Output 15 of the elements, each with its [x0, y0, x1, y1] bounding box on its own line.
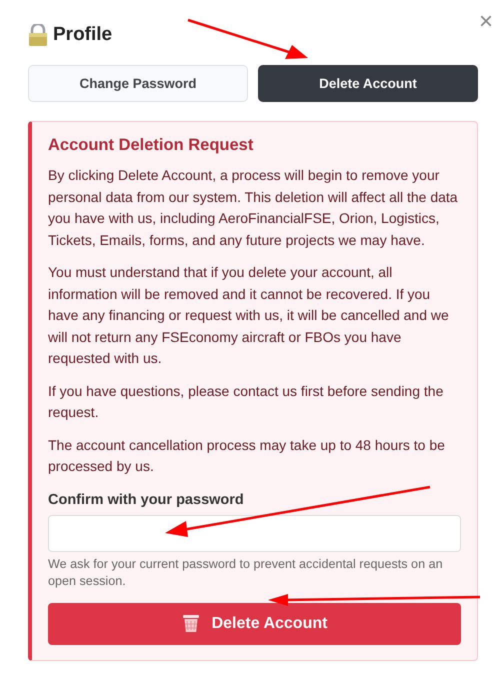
notice-paragraph: You must understand that if you delete your account, all information will be removed and it cannot be recovered. If you have any financing or request with us, it will be cancelled and we will not return any FSEconomy aircraft or FBOs you have requested with us. [48, 263, 450, 368]
notice-paragraph: By clicking Delete Account, a process will begin to remove your personal data from our system. This deletion will affect all the data you have with us, including AeroFinancialFSE, Orion, Logistics, Tickets, Emails, forms, and any future projects we may have. [48, 166, 459, 250]
notice-paragraph: If you have questions, please contact us first before sending the request. [48, 382, 444, 422]
password-field[interactable] [48, 514, 461, 552]
field-label: Confirm with your password [48, 492, 245, 508]
notice-heading: Account Deletion Request [48, 136, 254, 155]
trash-icon [182, 614, 200, 633]
tab[interactable]: Change Password [28, 65, 248, 102]
delete-account-button[interactable]: Delete Account [48, 602, 461, 644]
close-button[interactable]: × [478, 8, 493, 36]
tab[interactable]: Delete Account [258, 65, 478, 102]
help-text: We ask for your current password to prevent accidental requests on an open session. [48, 556, 444, 590]
notice-paragraph: The account cancellation process may take up to 48 hours to be processed by us. [48, 436, 446, 476]
padlock-icon [28, 24, 48, 46]
dialog-title: Profile [53, 24, 112, 46]
